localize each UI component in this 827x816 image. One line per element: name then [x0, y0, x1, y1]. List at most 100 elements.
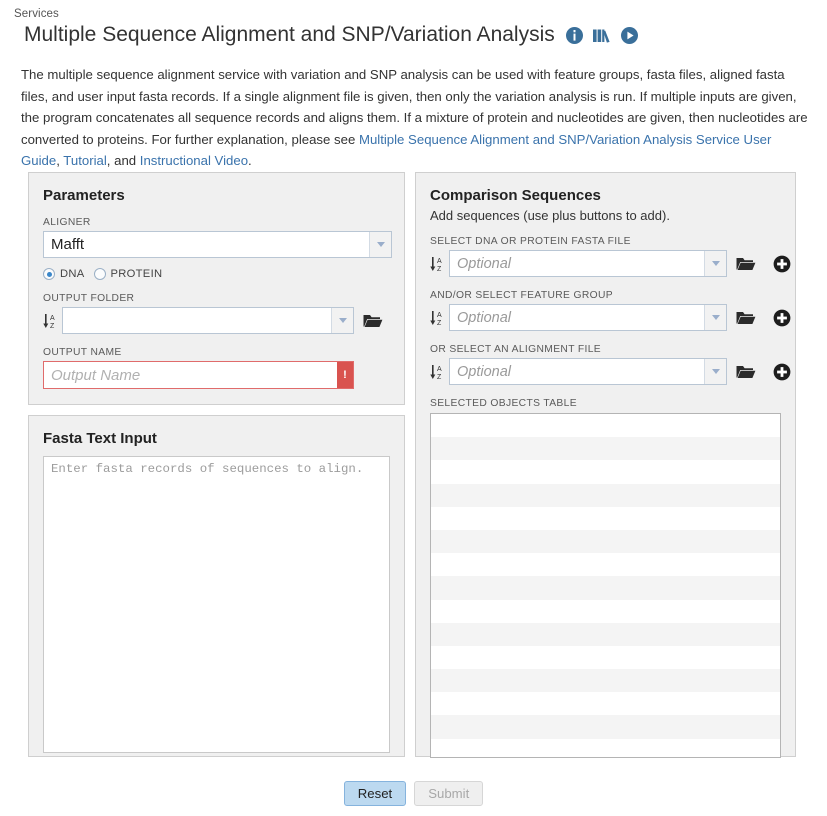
- browse-folder-icon[interactable]: [736, 364, 756, 380]
- selected-objects-table[interactable]: [430, 413, 781, 758]
- feature-group-label: AND/OR SELECT FEATURE GROUP: [430, 290, 613, 301]
- fasta-panel-title: Fasta Text Input: [43, 430, 157, 447]
- table-row[interactable]: [431, 622, 780, 646]
- radio-protein-indicator[interactable]: [93, 268, 106, 280]
- output-name-input[interactable]: [44, 362, 337, 388]
- info-icon[interactable]: [565, 26, 583, 44]
- table-row[interactable]: [431, 715, 780, 739]
- table-row[interactable]: [431, 600, 780, 623]
- table-row[interactable]: [431, 529, 780, 554]
- description-end: .: [248, 153, 252, 168]
- feature-group-row: A Z: [430, 304, 795, 331]
- table-row[interactable]: [431, 646, 780, 669]
- fasta-file-input[interactable]: [450, 251, 704, 276]
- output-name-row: !: [43, 361, 404, 389]
- svg-text:A: A: [437, 258, 442, 265]
- chevron-down-icon: [711, 315, 720, 320]
- add-feature-group-icon[interactable]: [773, 309, 791, 327]
- table-row[interactable]: [431, 437, 780, 461]
- sort-az-icon[interactable]: A Z: [430, 363, 444, 381]
- radio-protein-label: PROTEIN: [110, 268, 163, 280]
- fasta-textarea[interactable]: [43, 456, 390, 753]
- comparison-subtitle: Add sequences (use plus buttons to add).: [430, 208, 670, 223]
- table-row[interactable]: [431, 507, 780, 530]
- sort-az-icon[interactable]: A Z: [430, 255, 444, 273]
- fasta-file-dropdown-button[interactable]: [704, 251, 726, 276]
- aligner-input[interactable]: [44, 232, 369, 257]
- fasta-file-row: A Z: [430, 250, 795, 277]
- aligner-row: [43, 231, 404, 258]
- svg-text:A: A: [50, 315, 55, 322]
- selected-objects-table-label: SELECTED OBJECTS TABLE: [430, 398, 577, 409]
- radio-dna-indicator[interactable]: [43, 268, 55, 280]
- title-icon-group: [565, 26, 638, 44]
- play-video-icon[interactable]: [620, 26, 638, 44]
- alignment-file-label: OR SELECT AN ALIGNMENT FILE: [430, 344, 602, 355]
- comparison-sequences-panel: Comparison Sequences Add sequences (use …: [415, 172, 796, 758]
- table-row[interactable]: [431, 460, 780, 483]
- output-name-label: OUTPUT NAME: [43, 347, 122, 358]
- service-description: The multiple sequence alignment service …: [21, 64, 808, 172]
- svg-text:A: A: [437, 312, 442, 319]
- radio-dna-label: DNA: [60, 268, 85, 280]
- fasta-text-input-panel: Fasta Text Input: [28, 415, 405, 757]
- aligner-dropdown-button[interactable]: [369, 232, 391, 257]
- feature-group-combo[interactable]: [449, 304, 727, 331]
- output-folder-row: A Z: [43, 307, 404, 334]
- table-row[interactable]: [431, 669, 780, 693]
- alignment-file-dropdown-button[interactable]: [704, 359, 726, 384]
- feature-group-dropdown-button[interactable]: [704, 305, 726, 330]
- svg-text:Z: Z: [50, 323, 55, 330]
- required-error-badge: !: [337, 362, 353, 388]
- parameters-title: Parameters: [43, 187, 125, 204]
- fasta-file-combo[interactable]: [449, 250, 727, 277]
- table-row[interactable]: [431, 414, 780, 437]
- breadcrumb: Services: [14, 8, 59, 20]
- table-row[interactable]: [431, 553, 780, 576]
- parameters-panel: Parameters ALIGNER DNA PROTEIN OUTPUT FO…: [28, 172, 405, 405]
- add-fasta-file-icon[interactable]: [773, 255, 791, 273]
- alignment-file-input[interactable]: [450, 359, 704, 384]
- instructional-video-link[interactable]: Instructional Video: [140, 153, 248, 168]
- output-folder-label: OUTPUT FOLDER: [43, 293, 135, 304]
- alignment-file-row: A Z: [430, 358, 795, 385]
- sort-az-icon[interactable]: A Z: [43, 312, 57, 330]
- tutorial-link[interactable]: Tutorial: [63, 153, 106, 168]
- submit-button[interactable]: Submit: [414, 781, 484, 806]
- output-folder-input[interactable]: [63, 308, 331, 333]
- sequence-type-radios: DNA PROTEIN: [43, 268, 404, 280]
- add-alignment-file-icon[interactable]: [773, 363, 791, 381]
- output-folder-dropdown-button[interactable]: [331, 308, 353, 333]
- table-row[interactable]: [431, 739, 780, 757]
- browse-folder-icon[interactable]: [363, 313, 383, 329]
- svg-text:Z: Z: [437, 374, 442, 381]
- sort-az-icon[interactable]: A Z: [430, 309, 444, 327]
- browse-folder-icon[interactable]: [736, 310, 756, 326]
- svg-text:Z: Z: [437, 320, 442, 327]
- chevron-down-icon: [376, 242, 385, 247]
- output-name-field[interactable]: !: [43, 361, 354, 389]
- title-row: Multiple Sequence Alignment and SNP/Vari…: [24, 22, 638, 48]
- form-actions: Reset Submit: [0, 781, 827, 806]
- table-row[interactable]: [431, 483, 780, 507]
- svg-text:A: A: [437, 366, 442, 373]
- alignment-file-combo[interactable]: [449, 358, 727, 385]
- reset-button[interactable]: Reset: [343, 781, 407, 806]
- chevron-down-icon: [338, 318, 347, 323]
- table-row[interactable]: [431, 576, 780, 600]
- browse-folder-icon[interactable]: [736, 256, 756, 272]
- chevron-down-icon: [711, 261, 720, 266]
- description-sep-2: , and: [106, 153, 140, 168]
- feature-group-input[interactable]: [450, 305, 704, 330]
- books-icon[interactable]: [592, 27, 612, 44]
- aligner-combo[interactable]: [43, 231, 392, 258]
- aligner-label: ALIGNER: [43, 217, 91, 228]
- fasta-file-label: SELECT DNA OR PROTEIN FASTA FILE: [430, 236, 631, 247]
- chevron-down-icon: [711, 369, 720, 374]
- page-title: Multiple Sequence Alignment and SNP/Vari…: [24, 23, 555, 46]
- radio-dna[interactable]: DNA: [43, 268, 85, 280]
- table-row[interactable]: [431, 692, 780, 715]
- output-folder-combo[interactable]: [62, 307, 354, 334]
- radio-protein[interactable]: PROTEIN: [93, 268, 163, 280]
- comparison-title: Comparison Sequences: [430, 187, 601, 204]
